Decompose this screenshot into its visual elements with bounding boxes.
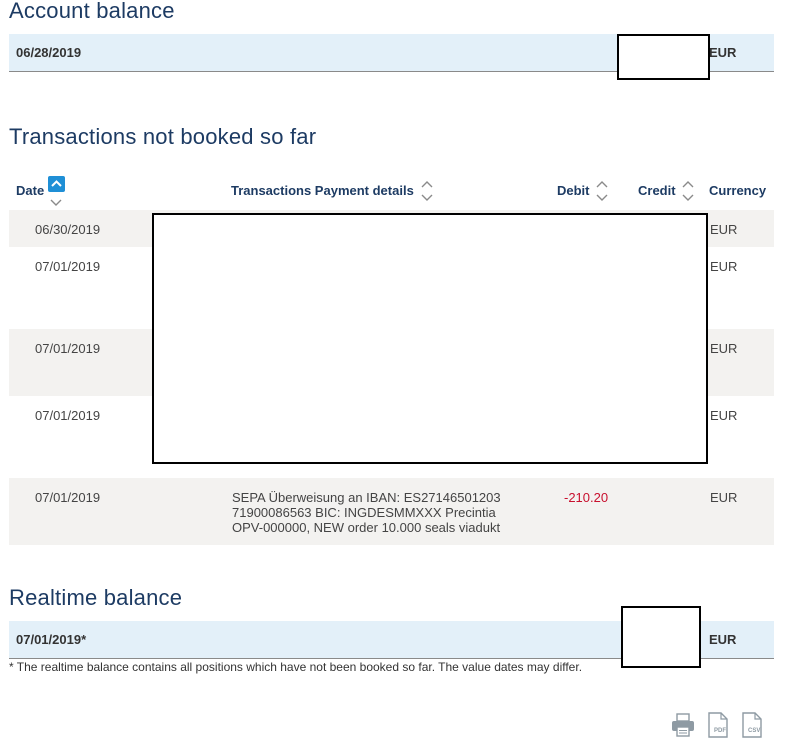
column-header-credit[interactable]: Credit [638, 183, 676, 198]
realtime-balance-currency: EUR [709, 632, 737, 647]
redaction-box [617, 34, 710, 80]
realtime-balance-footnote: * The realtime balance contains all posi… [9, 660, 583, 674]
account-balance-title: Account balance [9, 0, 175, 23]
table-row[interactable]: 07/01/2019 SEPA Überweisung an IBAN: ES2… [9, 478, 774, 545]
column-header-date[interactable]: Date [16, 183, 44, 198]
pdf-icon[interactable]: PDF [706, 712, 730, 743]
sort-debit-icon[interactable] [596, 179, 608, 208]
pdf-icon-label: PDF [714, 728, 726, 734]
print-icon[interactable] [671, 712, 695, 743]
row-currency: EUR [710, 259, 738, 274]
row-date: 07/01/2019 [35, 408, 101, 423]
payment-details-line: OPV-000000, NEW order 10.000 seals viadu… [232, 520, 501, 535]
row-currency: EUR [710, 222, 738, 237]
row-date: 07/01/2019 [35, 490, 101, 505]
account-balance-date: 06/28/2019 [16, 45, 82, 60]
account-balance-currency: EUR [709, 45, 737, 60]
row-currency: EUR [710, 341, 738, 356]
realtime-balance-title: Realtime balance [9, 585, 183, 610]
payment-details-line: SEPA Überweisung an IBAN: ES27146501203 [232, 490, 501, 505]
column-header-debit[interactable]: Debit [557, 183, 590, 198]
row-debit-amount: -210.20 [564, 490, 609, 505]
row-date: 07/01/2019 [35, 259, 101, 274]
row-currency: EUR [710, 490, 738, 505]
row-date: 06/30/2019 [35, 222, 101, 237]
transactions-header: Date Transactions Payment details Debit … [9, 176, 774, 211]
csv-icon-label: CSV [748, 728, 761, 734]
sort-credit-icon[interactable] [682, 179, 694, 208]
sort-ascending-icon[interactable] [48, 176, 65, 192]
column-header-details[interactable]: Transactions Payment details [231, 183, 414, 198]
column-header-currency: Currency [709, 183, 767, 198]
row-payment-details: SEPA Überweisung an IBAN: ES27146501203 … [232, 490, 532, 535]
realtime-balance-date: 07/01/2019* [16, 632, 87, 647]
row-date: 07/01/2019 [35, 341, 101, 356]
sort-details-icon[interactable] [421, 179, 433, 208]
redaction-box [621, 606, 701, 668]
csv-icon[interactable]: CSV [740, 712, 764, 743]
payment-details-line: 71900086563 BIC: INGDESMMXXX Precintia [232, 505, 496, 520]
transactions-title: Transactions not booked so far [9, 124, 317, 149]
redaction-box [152, 213, 708, 464]
row-currency: EUR [710, 408, 738, 423]
